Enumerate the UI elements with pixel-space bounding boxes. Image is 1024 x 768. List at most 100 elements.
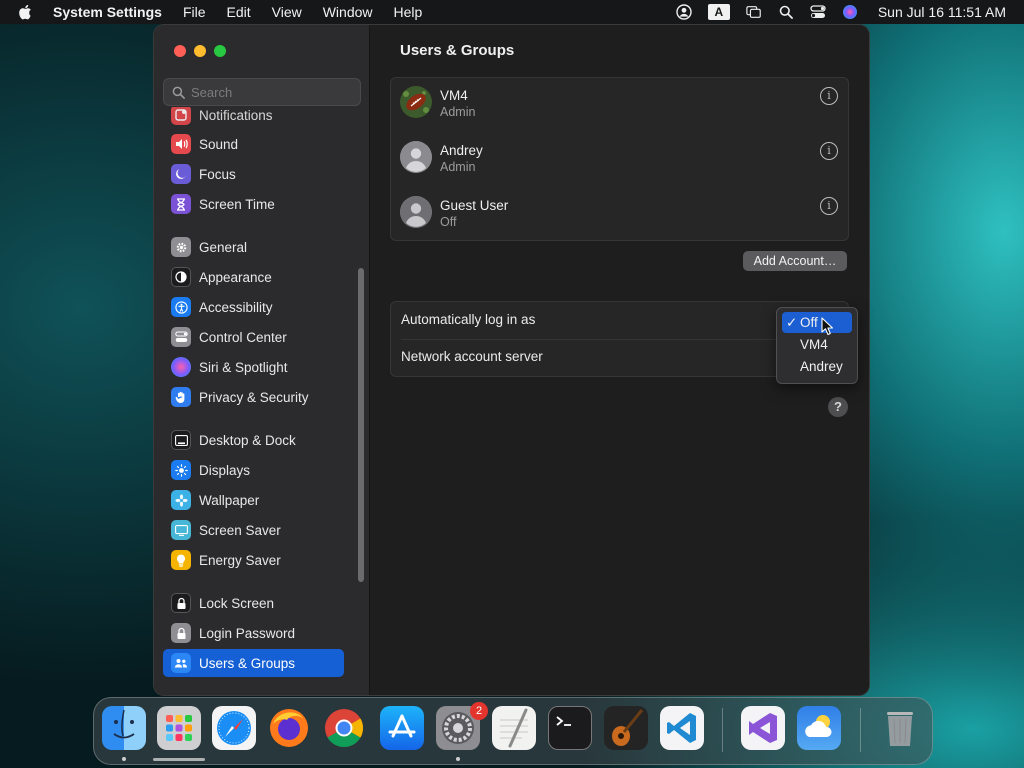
user-name: Andrey <box>440 143 483 158</box>
minimize-window-button[interactable] <box>194 45 206 57</box>
spotlight-icon[interactable] <box>778 4 794 20</box>
sidebar-item-label: Sound <box>199 136 239 152</box>
siri-icon <box>171 357 191 377</box>
displays-sun-icon <box>171 460 191 480</box>
info-icon[interactable]: i <box>820 87 838 105</box>
menu-option-off[interactable]: ✓ Off <box>782 312 852 333</box>
sidebar-item-appearance[interactable]: Appearance <box>163 263 344 291</box>
dock-hover-indicator <box>153 758 205 761</box>
sidebar-item-users-groups[interactable]: Users & Groups <box>163 649 344 677</box>
menu-help[interactable]: Help <box>394 4 423 20</box>
menu-app-name[interactable]: System Settings <box>53 4 162 20</box>
user-role: Admin <box>440 105 476 119</box>
help-button[interactable]: ? <box>828 397 848 417</box>
menu-view[interactable]: View <box>272 4 302 20</box>
info-icon[interactable]: i <box>820 142 838 160</box>
system-settings-window: Notifications Sound Focus Screen Time <box>154 25 869 695</box>
sidebar-item-label: Screen Saver <box>199 522 281 538</box>
user-account-icon[interactable] <box>676 4 692 20</box>
sidebar-item-label: Energy Saver <box>199 552 281 568</box>
sidebar-item-energy-saver[interactable]: Energy Saver <box>163 546 344 574</box>
control-center-icon[interactable] <box>810 4 826 20</box>
sidebar-scrollbar[interactable] <box>358 268 364 582</box>
screen-mirroring-icon[interactable] <box>746 4 762 20</box>
menu-option-label: Off <box>800 315 818 330</box>
sidebar-item-screen-time[interactable]: Screen Time <box>163 190 344 218</box>
search-icon <box>172 86 185 99</box>
menu-option-vm4[interactable]: VM4 <box>782 334 852 355</box>
default-user-avatar-icon <box>400 141 432 173</box>
visual-studio-icon[interactable] <box>741 706 785 750</box>
running-indicator <box>122 757 126 761</box>
sidebar-item-general[interactable]: General <box>163 233 344 261</box>
textedit-icon[interactable] <box>492 706 536 750</box>
sidebar-item-label: Control Center <box>199 329 287 345</box>
safari-icon[interactable] <box>212 706 256 750</box>
dock-separator <box>722 708 723 752</box>
sidebar-item-accessibility[interactable]: Accessibility <box>163 293 344 321</box>
sidebar-item-wallpaper[interactable]: Wallpaper <box>163 486 344 514</box>
lightbulb-icon <box>171 550 191 570</box>
sidebar-item-focus[interactable]: Focus <box>163 160 344 188</box>
sidebar-item-screen-saver[interactable]: Screen Saver <box>163 516 344 544</box>
mouse-pointer-icon <box>821 317 834 341</box>
zoom-window-button[interactable] <box>214 45 226 57</box>
wallpaper-flower-icon <box>171 490 191 510</box>
menu-window[interactable]: Window <box>323 4 373 20</box>
sidebar-item-siri-spotlight[interactable]: Siri & Spotlight <box>163 353 344 381</box>
app-store-icon[interactable] <box>380 706 424 750</box>
menu-option-andrey[interactable]: Andrey <box>782 356 852 377</box>
vscode-icon[interactable] <box>660 706 704 750</box>
sidebar-item-sound[interactable]: Sound <box>163 130 344 158</box>
input-source-label: A <box>707 4 730 20</box>
weather-icon[interactable] <box>797 706 841 750</box>
screen-saver-icon <box>171 520 191 540</box>
info-icon[interactable]: i <box>820 197 838 215</box>
close-window-button[interactable] <box>174 45 186 57</box>
users-list: VM4 Admin i Andrey Admin i Guest User Of… <box>390 77 849 241</box>
menu-edit[interactable]: Edit <box>227 4 251 20</box>
user-row-guest[interactable]: Guest User Off i <box>391 188 848 242</box>
sidebar-item-desktop-dock[interactable]: Desktop & Dock <box>163 426 344 454</box>
firefox-icon[interactable] <box>267 706 311 750</box>
window-controls <box>174 45 226 57</box>
user-row-vm4[interactable]: VM4 Admin i <box>391 78 848 132</box>
menu-clock[interactable]: Sun Jul 16 11:51 AM <box>878 4 1006 20</box>
network-account-server-label: Network account server <box>401 349 543 364</box>
launchpad-icon[interactable] <box>157 706 201 750</box>
terminal-icon[interactable] <box>548 706 592 750</box>
sidebar-item-label: Wallpaper <box>199 492 260 508</box>
appearance-icon <box>171 267 191 287</box>
user-name: VM4 <box>440 88 468 103</box>
sidebar: Notifications Sound Focus Screen Time <box>154 25 370 695</box>
garageband-icon[interactable] <box>604 706 648 750</box>
input-source-icon[interactable]: A <box>707 4 730 20</box>
desktop-dock-icon <box>171 430 191 450</box>
chrome-icon[interactable] <box>322 706 366 750</box>
sidebar-item-control-center[interactable]: Control Center <box>163 323 344 351</box>
sidebar-item-notifications[interactable]: Notifications <box>163 107 344 129</box>
trash-icon[interactable] <box>878 706 922 750</box>
default-user-avatar-icon <box>400 196 432 228</box>
sidebar-item-login-password[interactable]: Login Password <box>163 619 344 647</box>
sidebar-item-label: Screen Time <box>199 196 275 212</box>
notification-badge: 2 <box>470 702 488 720</box>
menu-file[interactable]: File <box>183 4 206 20</box>
sidebar-item-label: Accessibility <box>199 299 273 315</box>
user-row-andrey[interactable]: Andrey Admin i <box>391 133 848 187</box>
finder-icon[interactable] <box>102 706 146 750</box>
login-lock-icon <box>171 623 191 643</box>
sidebar-item-lock-screen[interactable]: Lock Screen <box>163 589 344 617</box>
user-role: Off <box>440 215 457 229</box>
add-account-button[interactable]: Add Account… <box>743 251 847 271</box>
sidebar-item-label: Login Password <box>199 625 296 641</box>
search-input[interactable] <box>191 84 351 100</box>
sidebar-item-displays[interactable]: Displays <box>163 456 344 484</box>
siri-icon[interactable] <box>842 4 858 20</box>
hourglass-icon <box>171 194 191 214</box>
auto-login-popup-menu: ✓ Off VM4 Andrey <box>776 307 858 384</box>
sidebar-item-privacy-security[interactable]: Privacy & Security <box>163 383 344 411</box>
sidebar-item-label: Users & Groups <box>199 655 296 671</box>
search-field[interactable] <box>163 78 361 106</box>
apple-menu-icon[interactable] <box>18 4 32 20</box>
